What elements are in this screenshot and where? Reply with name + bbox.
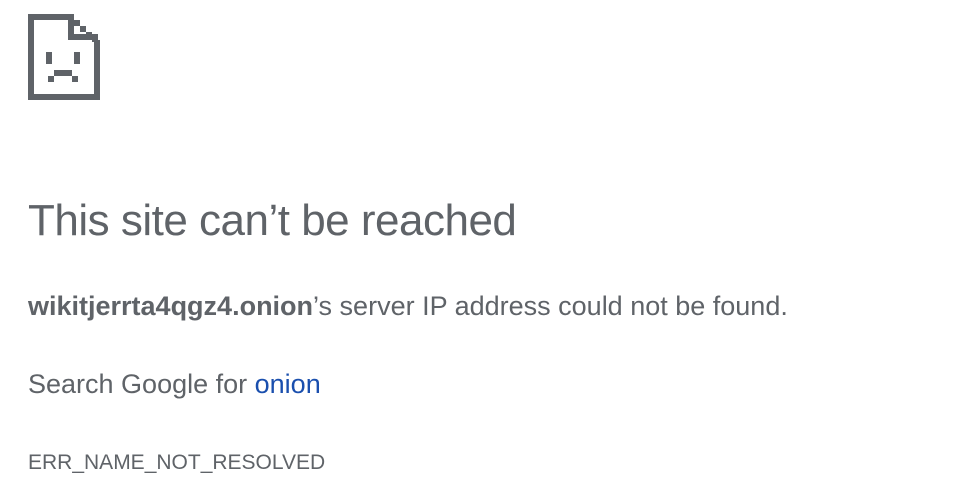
- search-link[interactable]: onion: [255, 369, 321, 399]
- error-description: ’s server IP address could not be found.: [313, 291, 788, 321]
- error-code: ERR_NAME_NOT_RESOLVED: [28, 451, 326, 474]
- search-suggestion: Search Google for onion: [28, 369, 321, 400]
- sad-page-icon: [28, 14, 100, 100]
- page-title: This site can’t be reached: [28, 196, 517, 245]
- host-name: wikitjerrta4qgz4.onion: [28, 291, 314, 321]
- error-message: wikitjerrta4qgz4.onion’s server IP addre…: [28, 291, 788, 322]
- search-prefix: Search Google for: [28, 369, 255, 399]
